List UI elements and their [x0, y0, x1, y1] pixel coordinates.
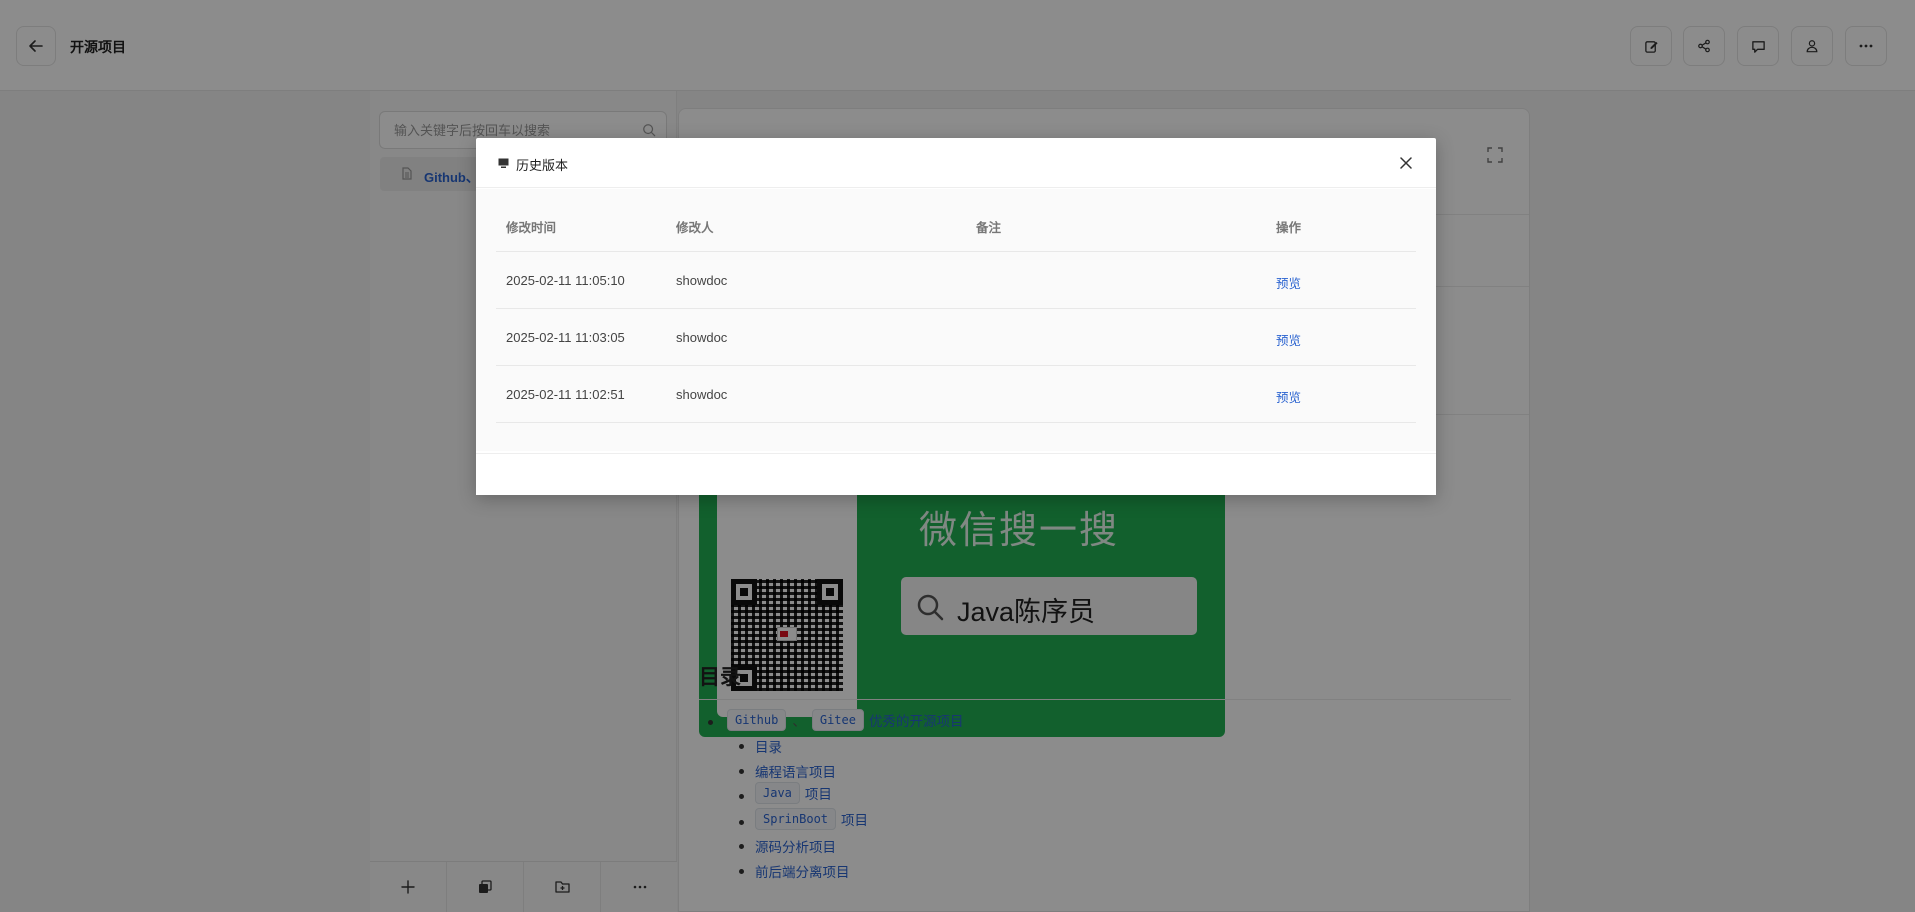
- row-user: showdoc: [676, 330, 728, 345]
- dialog-header: 历史版本: [476, 138, 1436, 188]
- row-time: 2025-02-11 11:03:05: [506, 330, 625, 345]
- table-row: 2025-02-11 11:03:05 showdoc 预览: [496, 309, 1416, 366]
- row-time: 2025-02-11 11:05:10: [506, 273, 625, 288]
- table-row: 2025-02-11 11:05:10 showdoc 预览: [496, 252, 1416, 309]
- column-header-time: 修改时间: [506, 221, 557, 235]
- preview-link[interactable]: 预览: [1276, 273, 1301, 292]
- dialog-close-button[interactable]: [1396, 153, 1416, 173]
- dialog-body: 修改时间 修改人 备注 操作 2025-02-11 11:05:10 showd…: [476, 189, 1436, 451]
- table-row: 2025-02-11 11:02:51 showdoc 预览: [496, 366, 1416, 423]
- row-user: showdoc: [676, 273, 728, 288]
- row-time: 2025-02-11 11:02:51: [506, 387, 625, 402]
- row-user: showdoc: [676, 387, 728, 402]
- column-header-note: 备注: [976, 221, 1002, 235]
- column-header-user: 修改人: [676, 221, 714, 235]
- monitor-icon: [498, 158, 509, 168]
- close-icon: [1400, 157, 1412, 169]
- dialog-footer: [476, 453, 1436, 495]
- history-dialog: 历史版本 修改时间 修改人 备注 操作 2025-02-11 11:05:10 …: [476, 138, 1436, 495]
- preview-link[interactable]: 预览: [1276, 387, 1301, 406]
- preview-link[interactable]: 预览: [1276, 330, 1301, 349]
- column-header-action: 操作: [1276, 221, 1302, 235]
- dialog-title: 历史版本: [516, 158, 569, 173]
